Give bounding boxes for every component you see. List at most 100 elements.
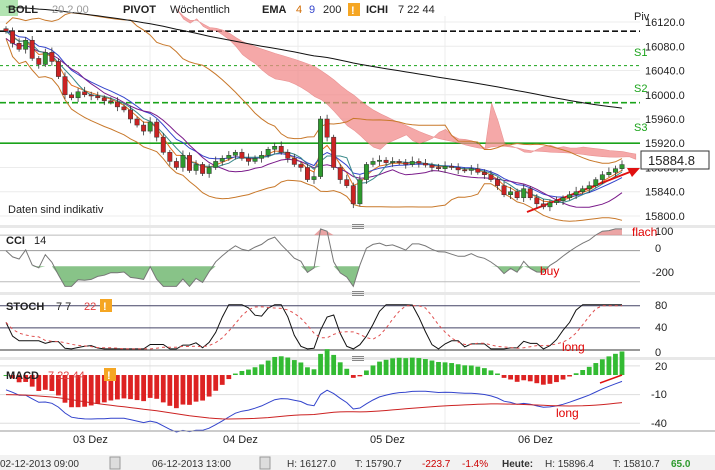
ichi-params: 7 22 44 (398, 4, 435, 16)
candle-body (567, 194, 573, 199)
macd-arrow (599, 374, 623, 384)
macd-bar (396, 357, 402, 376)
macd-bar (560, 375, 566, 380)
candle-body (383, 159, 389, 163)
candle-body (442, 166, 448, 169)
macd-bar (383, 359, 389, 376)
candle-body (291, 158, 297, 165)
macd-bar (547, 375, 553, 384)
macd-bar (298, 362, 304, 376)
macd-bar (403, 358, 409, 376)
macd-bar (88, 375, 94, 406)
candle-body (475, 168, 481, 173)
macd-bar (128, 375, 133, 400)
range-handle-left[interactable] (109, 456, 121, 470)
candle-body (455, 167, 461, 171)
candle-body (449, 166, 455, 168)
macd-bar (593, 363, 599, 376)
candle-body (23, 39, 29, 50)
cci-fill-overbought (6, 228, 622, 251)
range-handle-right[interactable] (259, 456, 271, 470)
stoch-param-3: 22 (84, 301, 96, 313)
candle-body (416, 161, 422, 164)
candle-body (219, 158, 225, 162)
macd-bar (442, 362, 448, 376)
candle-body (363, 164, 369, 180)
stoch-warning-glyph: ! (103, 301, 107, 313)
candle-body (88, 94, 94, 97)
candle-body (501, 185, 507, 195)
pivot-label-s3: S3 (634, 122, 647, 134)
macd-bar (364, 370, 369, 376)
candle-body (278, 146, 284, 153)
candle-body (547, 202, 553, 208)
macd-bar (200, 375, 205, 401)
candle-body (612, 168, 618, 173)
candle-body (29, 39, 35, 59)
status-change: -223.7 (422, 459, 451, 470)
cci-tick: 0 (655, 243, 661, 255)
macd-bar (318, 353, 323, 376)
candle-body (606, 172, 612, 175)
candle-body (599, 174, 605, 180)
macd-bar (95, 375, 101, 404)
candle-body (488, 174, 494, 180)
ichi-label[interactable]: ICHI (366, 4, 388, 16)
candle-body (36, 58, 42, 65)
candle-body (121, 106, 127, 111)
candle-body (298, 164, 304, 168)
status-change-pct: -1.4% (462, 459, 488, 470)
candle-body (311, 176, 317, 180)
candle-body (436, 167, 441, 169)
boll-label[interactable]: BOLL (8, 4, 38, 16)
macd-bar (580, 370, 586, 376)
pivot-label-s1: S1 (634, 47, 647, 59)
candle-body (167, 152, 173, 162)
candle-body (114, 101, 120, 108)
pivot-label[interactable]: PIVOT (123, 4, 156, 16)
macd-warning-glyph: ! (107, 370, 111, 382)
candle-body (147, 121, 153, 132)
candle-body (344, 179, 350, 186)
macd-bar (423, 359, 428, 376)
macd-bar (173, 375, 179, 409)
candle-body (49, 52, 55, 62)
candle-body (3, 28, 9, 32)
candle-body (16, 43, 22, 50)
y-tick-label: 15840.0 (645, 187, 685, 199)
candle-body (619, 164, 625, 169)
candle-body (540, 203, 546, 208)
macd-bar (540, 375, 546, 385)
macd-bar (272, 356, 278, 376)
macd-bar (239, 370, 245, 376)
candle-body (521, 188, 527, 199)
candle-body (422, 162, 428, 166)
candle-body (134, 118, 140, 126)
candle-body (193, 164, 199, 171)
cci-params: 14 (34, 235, 46, 247)
status-high: H: 16127.0 (287, 459, 336, 470)
ema-label[interactable]: EMA (262, 4, 287, 16)
candle-body (554, 200, 559, 203)
macd-label[interactable]: MACD (6, 370, 39, 382)
candle-body (593, 179, 599, 186)
stoch-label[interactable]: STOCH (6, 301, 44, 313)
candle-body (42, 52, 48, 65)
x-tick-label: 03 Dez (73, 434, 108, 446)
macd-bar (619, 351, 625, 376)
candle-body (82, 91, 88, 96)
current-price-tag: 15884.8 (640, 150, 710, 170)
macd-bar (219, 375, 225, 385)
cci-annotation-buy: buy (540, 264, 559, 278)
candle-body (350, 185, 356, 205)
candle-body (514, 191, 520, 199)
ema-p1: 4 (296, 4, 302, 16)
macd-bar (206, 375, 212, 397)
macd-annotation-long: long (556, 406, 579, 420)
macd-bar (567, 375, 572, 377)
cci-label[interactable]: CCI (6, 235, 25, 247)
ema-p3: 200 (323, 4, 341, 16)
candle-body (285, 152, 291, 159)
candle-body (200, 164, 206, 174)
cci-line (5, 228, 622, 288)
